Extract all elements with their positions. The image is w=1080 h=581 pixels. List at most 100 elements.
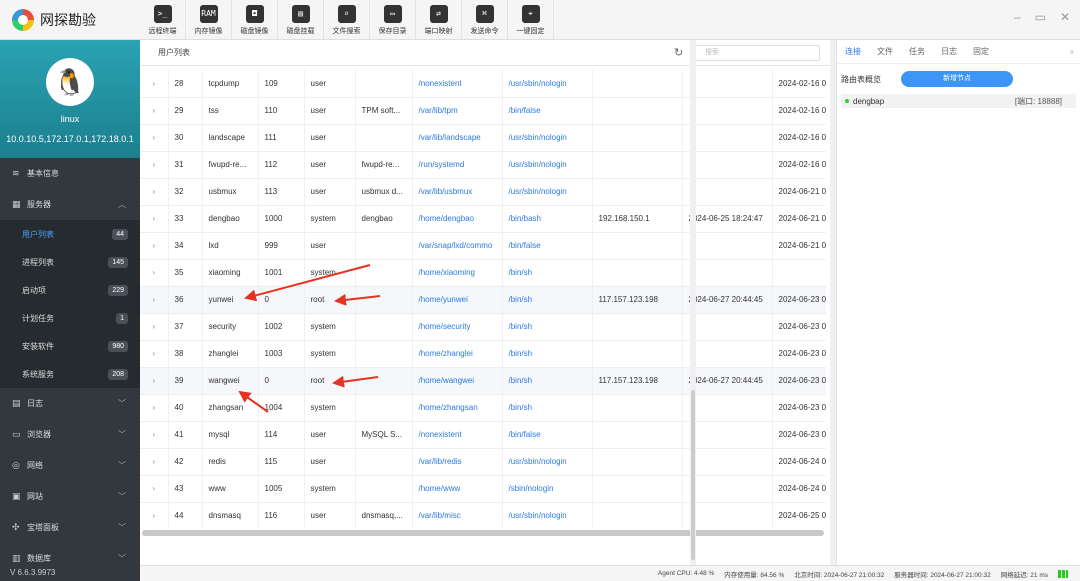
- sidebar-subitem[interactable]: 用户列表 44: [0, 220, 140, 248]
- table-row[interactable]: › 44 dnsmasq 116 user dnsmasq,.../var/lib/mis…: [140, 502, 826, 528]
- expand-icon[interactable]: ›: [140, 394, 169, 422]
- sidebar-subitem[interactable]: 计划任务 1: [0, 304, 140, 332]
- table-cell: 2024-02-16 0: [772, 70, 826, 98]
- expand-icon[interactable]: ›: [140, 367, 169, 395]
- expand-icon[interactable]: ›: [140, 232, 169, 260]
- tool-button[interactable]: ▤ 磁盘挂载: [278, 0, 324, 40]
- sidebar-item[interactable]: ◎ 网络 ﹀: [0, 450, 140, 481]
- sidebar-item-services[interactable]: ▦ 服务器 ︿: [0, 189, 140, 220]
- chevron-up-icon: ︿: [118, 200, 126, 209]
- table-row[interactable]: › 35 xiaoming 1001 system/home/xiaoming/bin/…: [140, 259, 826, 287]
- table-row[interactable]: › 28 tcpdump 109 user/nonexistent/usr/sbin/n…: [140, 70, 826, 98]
- table-row[interactable]: › 31 fwupd-re... 112 user fwupd-re.../run/sys…: [140, 151, 826, 179]
- tool-button[interactable]: ⇄ 端口映射: [416, 0, 462, 40]
- expand-icon[interactable]: ›: [140, 475, 169, 503]
- tool-button[interactable]: ⌖ 一键固定: [508, 0, 554, 40]
- expand-icon[interactable]: ›: [140, 502, 169, 528]
- table-row[interactable]: › 37 security 1002 system/home/security/bin/…: [140, 313, 826, 341]
- table-cell: 0: [258, 367, 305, 395]
- expand-icon[interactable]: ›: [140, 151, 169, 179]
- table-cell: /bin/sh: [502, 286, 593, 314]
- expand-icon[interactable]: ›: [140, 421, 169, 449]
- sidebar-subitem[interactable]: 进程列表 145: [0, 248, 140, 276]
- node-item[interactable]: dengbap [端口: 18888]: [841, 94, 1076, 108]
- tool-button[interactable]: ◘ 磁盘镜像: [232, 0, 278, 40]
- status-bar: Agent CPU: 4.48 % 内存使用量: 84.56 % 北京时间: 2…: [140, 565, 1080, 581]
- memory-usage: 内存使用量: 84.56 %: [724, 571, 785, 579]
- right-tab[interactable]: 连接: [845, 46, 861, 57]
- table-row[interactable]: › 30 landscape 111 user/var/lib/landscape/us…: [140, 124, 826, 152]
- table-row[interactable]: › 43 www 1005 system/home/www/sbin/nologin 20…: [140, 475, 826, 503]
- right-tab[interactable]: 日志: [941, 46, 957, 57]
- table-cell: 28: [168, 70, 203, 98]
- expand-icon[interactable]: ›: [140, 313, 169, 341]
- sidebar-item-basic-info[interactable]: ≋ 基本信息: [0, 158, 140, 189]
- table-row[interactable]: › 39 wangwei 0 root/home/wangwei/bin/sh 117.1…: [140, 367, 826, 395]
- expand-icon[interactable]: ›: [140, 178, 169, 206]
- expand-icon[interactable]: ›: [140, 124, 169, 152]
- maximize-icon[interactable]: ▭: [1035, 10, 1046, 24]
- vertical-scrollbar[interactable]: [690, 40, 696, 565]
- sidebar-item[interactable]: ▭ 浏览器 ﹀: [0, 419, 140, 450]
- right-panel: 连接 文件 任务 日志 固定 » 路由表概览 新增节点 dengbap [端口: 1888…: [836, 40, 1080, 565]
- table-row[interactable]: › 32 usbmux 113 user usbmux d.../var/lib/usbm…: [140, 178, 826, 206]
- table-cell: 38: [168, 340, 203, 368]
- expand-icon[interactable]: ›: [140, 259, 169, 287]
- table-cell: 1005: [258, 475, 305, 503]
- table-cell: /var/lib/redis: [412, 448, 503, 476]
- table-cell: 1003: [258, 340, 305, 368]
- table-cell: 1001: [258, 259, 305, 287]
- sidebar-subitem[interactable]: 安装软件 980: [0, 332, 140, 360]
- network-icon: ◎: [12, 460, 20, 470]
- right-tab[interactable]: 文件: [877, 46, 893, 57]
- minimize-icon[interactable]: –: [1014, 10, 1021, 24]
- search-input[interactable]: 搜索: [694, 45, 820, 61]
- tool-button[interactable]: >_ 远程终端: [140, 0, 186, 40]
- sidebar-item[interactable]: ✣ 宝塔面板 ﹀: [0, 512, 140, 543]
- close-icon[interactable]: ✕: [1060, 10, 1070, 24]
- sidebar-subitem[interactable]: 启动项 229: [0, 276, 140, 304]
- table-row[interactable]: › 38 zhanglei 1003 system/home/zhanglei/bin/…: [140, 340, 826, 368]
- website-icon: ▣: [12, 491, 21, 501]
- command-icon: ⌘: [475, 4, 494, 23]
- sidebar-item[interactable]: ▣ 网站 ﹀: [0, 481, 140, 512]
- tool-button[interactable]: ▭ 保存目录: [370, 0, 416, 40]
- table-row[interactable]: › 36 yunwei 0 root/home/yunwei/bin/sh 117.157…: [140, 286, 826, 314]
- table-cell: [592, 475, 683, 503]
- collapse-icon[interactable]: »: [1070, 47, 1074, 56]
- table-row[interactable]: › 41 mysql 114 user MySQL S.../nonexistent/bi…: [140, 421, 826, 449]
- tool-button[interactable]: ⌕ 文件搜索: [324, 0, 370, 40]
- expand-icon[interactable]: ›: [140, 286, 169, 314]
- sidebar-subitem[interactable]: 系统服务 208: [0, 360, 140, 388]
- table-row[interactable]: › 34 lxd 999 user/var/snap/lxd/commo/bin/fal…: [140, 232, 826, 260]
- expand-icon[interactable]: ›: [140, 448, 169, 476]
- tool-label: 磁盘镜像: [240, 27, 269, 35]
- right-tab[interactable]: 固定: [973, 46, 989, 57]
- right-tab[interactable]: 任务: [909, 46, 925, 57]
- server-icon: ▦: [12, 199, 21, 209]
- expand-icon[interactable]: ›: [140, 340, 169, 368]
- expand-icon[interactable]: ›: [140, 205, 169, 233]
- table-cell: 32: [168, 178, 203, 206]
- table-row[interactable]: › 29 tss 110 user TPM soft.../var/lib/tpm/bin…: [140, 97, 826, 125]
- sidebar-subitem-label: 安装软件: [22, 341, 54, 351]
- table-cell: /home/wangwei: [412, 367, 503, 395]
- tool-button[interactable]: ⌘ 发送命令: [462, 0, 508, 40]
- new-node-button[interactable]: 新增节点: [901, 71, 1013, 87]
- expand-icon[interactable]: ›: [140, 70, 169, 98]
- table-row[interactable]: › 33 dengbao 1000 system dengbao/home/dengbao…: [140, 205, 826, 233]
- table-cell: dnsmasq: [202, 502, 259, 528]
- table-row[interactable]: › 40 zhangsan 1004 system/home/zhangsan/bin/…: [140, 394, 826, 422]
- app-title: 网探勘验: [40, 12, 96, 28]
- sidebar-item[interactable]: ▤ 日志 ﹀: [0, 388, 140, 419]
- tool-button[interactable]: RAM 内存镜像: [186, 0, 232, 40]
- expand-icon[interactable]: ›: [140, 97, 169, 125]
- sidebar-more: ▤ 日志 ﹀ ▭ 浏览器 ﹀ ◎ 网络 ﹀ ▣ 网站 ﹀ ✣ 宝塔面板 ﹀ ▥ 数据库 ﹀: [0, 388, 140, 574]
- refresh-icon[interactable]: ↻: [674, 46, 683, 59]
- table-row[interactable]: › 42 redis 115 user/var/lib/redis/usr/sbin/n…: [140, 448, 826, 476]
- table-cell: [772, 259, 826, 287]
- table-cell: 42: [168, 448, 203, 476]
- horizontal-scrollbar[interactable]: [142, 530, 824, 536]
- table-cell: usbmux: [202, 178, 259, 206]
- table-cell: /home/www: [412, 475, 503, 503]
